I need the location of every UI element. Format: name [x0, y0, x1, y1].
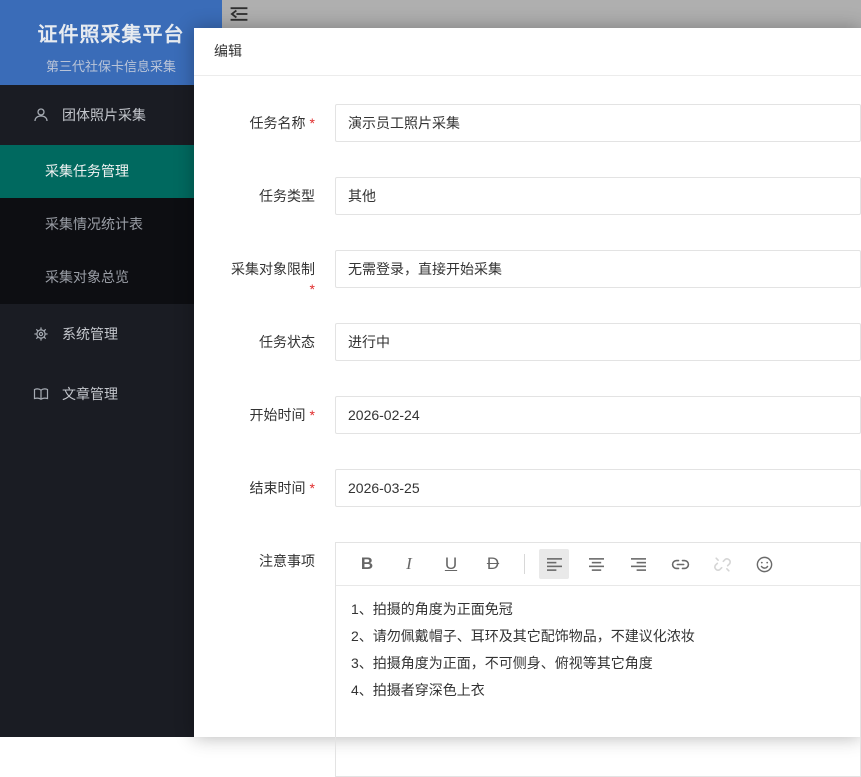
gear-icon	[33, 326, 49, 342]
sidebar-item-articles[interactable]: 文章管理	[0, 364, 194, 424]
form-row-end-time: 结束时间 *	[194, 469, 861, 507]
end-time-label: 结束时间 *	[249, 480, 315, 496]
editor-toolbar: B I U D	[336, 543, 860, 586]
task-name-label: 任务名称 *	[249, 115, 315, 131]
sidebar: 团体照片采集 采集任务管理 采集情况统计表 采集对象总览 系统管理 文章管理	[0, 85, 194, 737]
form-row-start-time: 开始时间 *	[194, 396, 861, 434]
sidebar-item-system[interactable]: 系统管理	[0, 304, 194, 364]
dialog-title: 编辑	[194, 28, 861, 76]
app-logo: 证件照采集平台 第三代社保卡信息采集	[0, 0, 222, 85]
form-row-task-status: 任务状态	[194, 323, 861, 361]
sidebar-item-statistics[interactable]: 采集情况统计表	[0, 198, 194, 251]
task-type-label: 任务类型	[259, 188, 315, 204]
sidebar-item-group-photo[interactable]: 团体照片采集	[0, 85, 194, 145]
notes-editor-content[interactable]: 1、拍摄的角度为正面免冠 2、请勿佩戴帽子、耳环及其它配饰物品，不建议化浓妆 3…	[336, 586, 860, 776]
required-mark: *	[309, 281, 315, 297]
edit-form: 任务名称* 任务类型 采集对象限制* 任务状态 开始时间* 结束时间* 注意事项	[194, 76, 861, 777]
form-row-notes: 注意事项 B I U D 1、拍摄的角度为正面免冠 2、请勿佩戴帽子、耳环及其它…	[194, 542, 861, 777]
form-row-task-name: 任务名称 *	[194, 104, 861, 142]
unlink-icon[interactable]	[707, 549, 737, 579]
form-row-task-type: 任务类型	[194, 177, 861, 215]
sidebar-subitem-label: 采集情况统计表	[45, 216, 143, 232]
notes-line: 3、拍摄角度为正面，不可侧身、俯视等其它角度	[351, 655, 653, 671]
italic-button[interactable]: I	[394, 549, 424, 579]
sidebar-subitem-label: 采集任务管理	[45, 163, 129, 179]
required-mark: *	[309, 480, 315, 496]
book-icon	[33, 386, 49, 402]
sidebar-item-label: 系统管理	[62, 326, 118, 342]
task-status-label: 任务状态	[259, 334, 315, 350]
sidebar-submenu: 采集任务管理 采集情况统计表 采集对象总览	[0, 145, 194, 304]
link-icon[interactable]	[665, 549, 695, 579]
collapse-menu-icon[interactable]	[229, 4, 249, 24]
sidebar-item-label: 文章管理	[62, 386, 118, 402]
task-name-input[interactable]	[335, 104, 861, 142]
start-time-label: 开始时间 *	[249, 407, 315, 423]
sidebar-item-target-overview[interactable]: 采集对象总览	[0, 251, 194, 304]
user-icon	[33, 107, 49, 123]
task-type-input[interactable]	[335, 177, 861, 215]
notes-label: 注意事项	[259, 553, 315, 569]
sidebar-subitem-label: 采集对象总览	[45, 269, 129, 285]
align-right-icon[interactable]	[623, 549, 653, 579]
task-status-input[interactable]	[335, 323, 861, 361]
bold-button[interactable]: B	[352, 549, 382, 579]
app-title: 证件照采集平台	[37, 24, 185, 46]
edit-dialog: 编辑 任务名称* 任务类型 采集对象限制* 任务状态 开始时间* 结束时间* 注	[194, 28, 861, 777]
target-restriction-input[interactable]	[335, 250, 861, 288]
end-time-input[interactable]	[335, 469, 861, 507]
toolbar-divider	[524, 554, 525, 574]
form-row-target-restriction: 采集对象限制*	[194, 250, 861, 297]
start-time-input[interactable]	[335, 396, 861, 434]
notes-line: 4、拍摄者穿深色上衣	[351, 682, 485, 698]
app-subtitle: 第三代社保卡信息采集	[45, 59, 176, 74]
target-restriction-label: 采集对象限制*	[231, 261, 315, 297]
underline-button[interactable]: U	[436, 549, 466, 579]
rich-text-editor: B I U D 1、拍摄的角度为正面免冠 2、请勿佩戴帽子、耳环及其它配饰物品，…	[335, 542, 861, 777]
align-center-icon[interactable]	[581, 549, 611, 579]
sidebar-item-label: 团体照片采集	[62, 107, 146, 123]
sidebar-item-task-management[interactable]: 采集任务管理	[0, 145, 194, 198]
strikethrough-button[interactable]: D	[478, 549, 508, 579]
align-left-icon[interactable]	[539, 549, 569, 579]
notes-line: 2、请勿佩戴帽子、耳环及其它配饰物品，不建议化浓妆	[351, 628, 695, 644]
emoji-icon[interactable]	[749, 549, 779, 579]
notes-line: 1、拍摄的角度为正面免冠	[351, 601, 513, 617]
required-mark: *	[309, 115, 315, 131]
required-mark: *	[309, 407, 315, 423]
